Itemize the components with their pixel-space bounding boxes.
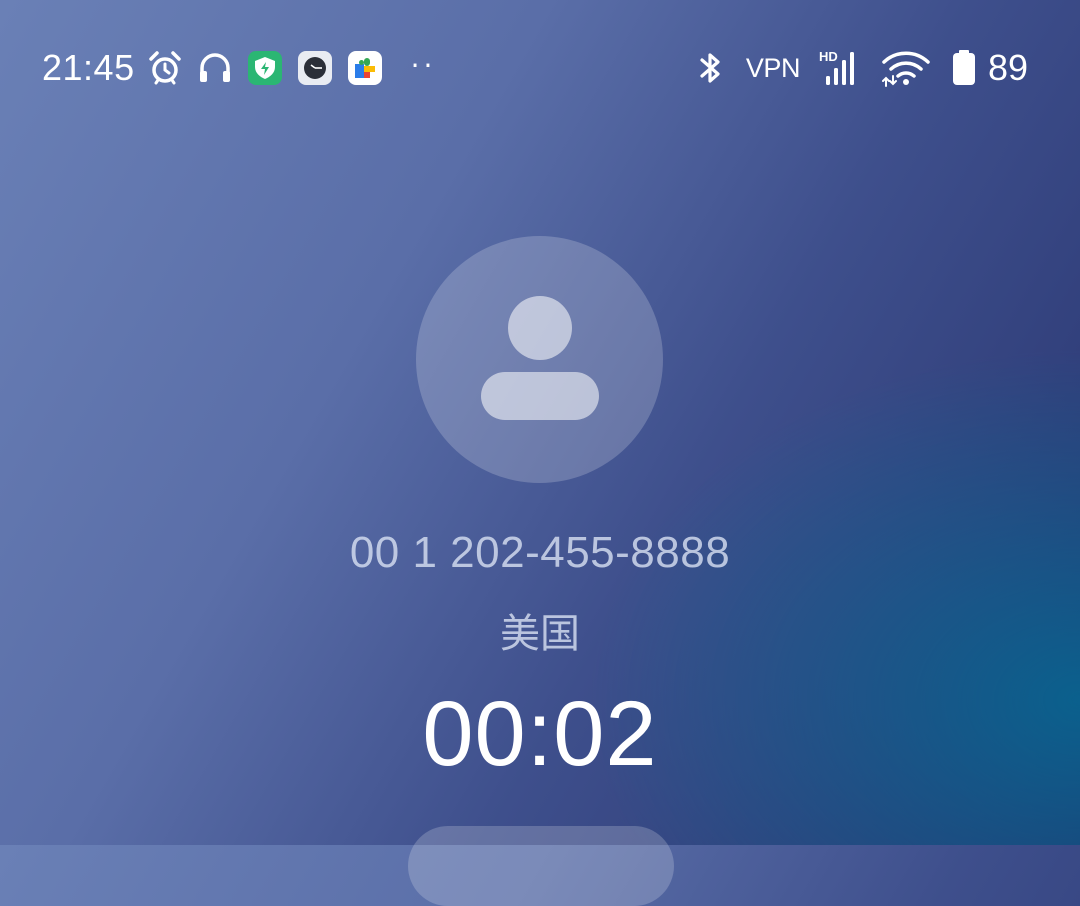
- wifi-icon: [880, 50, 932, 87]
- notification-overflow-dots: ··: [410, 48, 437, 82]
- contact-avatar: [416, 236, 663, 483]
- headphones-icon: [197, 50, 233, 86]
- svg-text:HD: HD: [819, 49, 838, 64]
- avatar-head-shape: [508, 296, 572, 360]
- clock-app-icon: [297, 50, 333, 86]
- security-app-icon: [247, 50, 283, 86]
- status-bar-right: VPN HD 89: [692, 44, 1028, 92]
- play-services-icon: [347, 50, 383, 86]
- status-bar-left: 21:45 ··: [42, 44, 436, 92]
- status-time: 21:45: [42, 47, 135, 88]
- avatar-body-shape: [481, 372, 599, 420]
- call-duration: 00:02: [422, 683, 658, 785]
- battery-icon: [950, 50, 978, 86]
- bluetooth-icon: [692, 50, 728, 86]
- vpn-indicator: VPN: [745, 52, 801, 83]
- status-bar: 21:45 ·· VPN HD 89: [0, 0, 1080, 135]
- alarm-icon: [147, 50, 183, 86]
- hd-signal-icon: HD: [818, 49, 862, 86]
- battery-level: 89: [987, 47, 1028, 88]
- caller-phone-number: 00 1 202-455-8888: [349, 528, 731, 577]
- caller-location: 美国: [500, 611, 580, 657]
- call-action-button[interactable]: [408, 826, 674, 906]
